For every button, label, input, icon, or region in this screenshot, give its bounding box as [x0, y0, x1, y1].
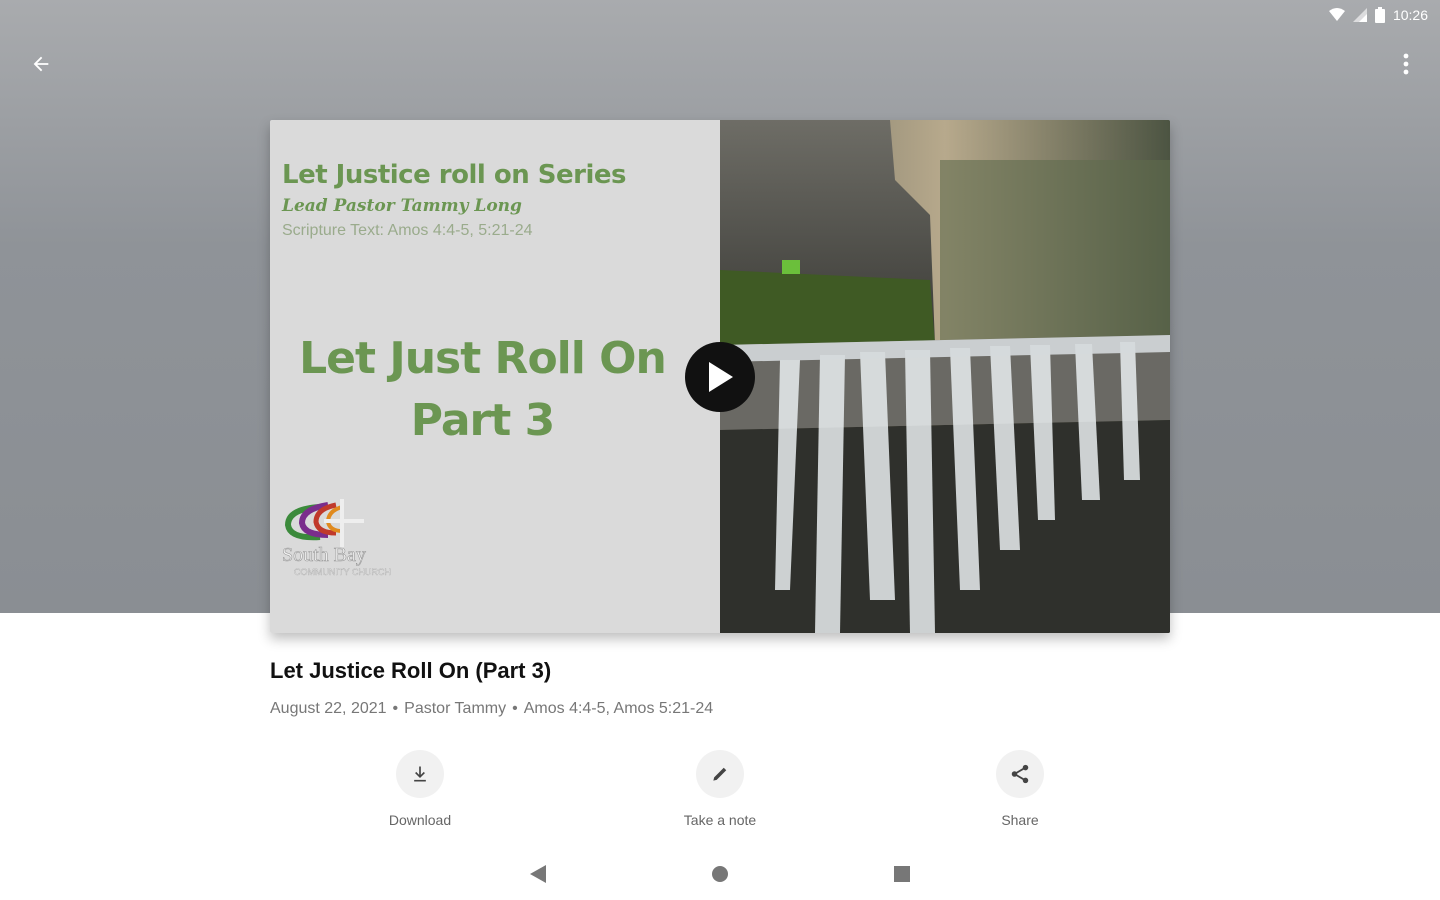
meta-separator: • [392, 700, 399, 717]
church-logo: South Bay COMMUNITY CHURCH [280, 495, 440, 580]
status-bar: 10:26 [1328, 4, 1428, 26]
slide-title-line2: Part 3 [410, 395, 555, 446]
wifi-icon [1328, 8, 1345, 21]
nav-home-button[interactable] [708, 862, 732, 886]
sermon-date: August 22, 2021 [270, 700, 387, 717]
sermon-video-card[interactable]: Let Justice roll on Series Lead Pastor T… [270, 120, 1170, 633]
nav-home-icon [712, 866, 728, 882]
download-label: Download [388, 812, 452, 828]
pencil-icon [713, 767, 727, 781]
sermon-slide: Let Justice roll on Series Lead Pastor T… [270, 120, 720, 633]
sermon-speaker: Pastor Tammy [404, 700, 507, 717]
sermon-passages: Amos 4:4-5, Amos 5:21-24 [523, 700, 714, 717]
more-options-button[interactable] [1382, 40, 1430, 88]
nav-back-icon [530, 865, 546, 883]
waterfall-photo [720, 120, 1170, 633]
series-title: Let Justice roll on Series [282, 160, 626, 190]
meta-separator: • [512, 700, 518, 717]
system-nav-bar [0, 850, 1440, 896]
nav-recents-button[interactable] [890, 862, 914, 886]
logo-text-sub: COMMUNITY CHURCH [294, 567, 391, 577]
download-button[interactable] [396, 750, 444, 798]
back-button[interactable] [17, 40, 65, 88]
more-vert-icon [1403, 53, 1409, 75]
nav-recents-icon [894, 866, 910, 882]
download-icon [414, 766, 426, 782]
sermon-meta: August 22, 2021 • Pastor Tammy • Amos 4:… [270, 700, 713, 718]
play-icon [709, 362, 733, 392]
download-action[interactable]: Download [350, 750, 490, 828]
share-button[interactable] [996, 750, 1044, 798]
take-note-action[interactable]: Take a note [650, 750, 790, 828]
take-note-button[interactable] [696, 750, 744, 798]
battery-icon [1374, 7, 1385, 23]
slide-big-title: Let Just Roll On Part 3 [270, 328, 695, 452]
share-icon [1011, 764, 1029, 784]
sermon-title: Let Justice Roll On (Part 3) [270, 658, 552, 683]
share-label: Share [1001, 812, 1039, 828]
logo-text-main: South Bay [282, 544, 366, 566]
pastor-line: Lead Pastor Tammy Long [282, 196, 522, 216]
arrow-back-icon [33, 56, 49, 72]
nav-back-button[interactable] [526, 862, 550, 886]
signal-icon [1352, 8, 1367, 22]
take-note-label: Take a note [683, 812, 757, 828]
slide-title-line1: Let Just Roll On [299, 333, 667, 384]
play-button[interactable] [685, 342, 755, 412]
share-action[interactable]: Share [950, 750, 1090, 828]
status-time: 10:26 [1392, 7, 1428, 23]
scripture-line: Scripture Text: Amos 4:4-5, 5:21-24 [282, 222, 533, 239]
